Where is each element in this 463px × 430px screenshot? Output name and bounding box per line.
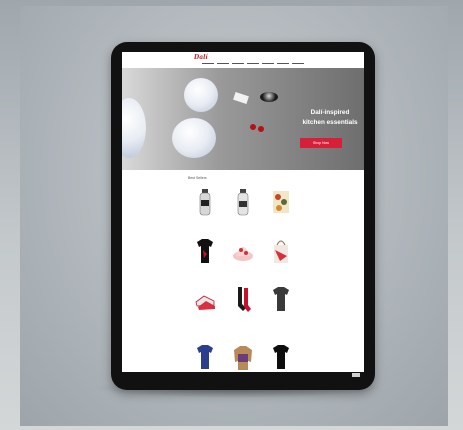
section-title: Best Sellers	[188, 176, 207, 180]
tshirt-icon	[273, 287, 289, 311]
cherry-image	[258, 126, 264, 132]
sneakers-icon	[195, 295, 215, 310]
tshirt-icon	[273, 345, 289, 369]
hero-title: Dalí-inspired kitchen essentials	[292, 108, 364, 128]
product-caption	[228, 269, 258, 273]
bucket-hat-icon	[233, 247, 253, 261]
menu-item[interactable]	[292, 63, 304, 64]
cookie-accept-button[interactable]	[352, 373, 360, 377]
product-card[interactable]	[228, 284, 258, 324]
hero-title-line2: kitchen essentials	[302, 119, 358, 126]
menu-item[interactable]	[232, 63, 244, 64]
plate-image	[122, 98, 146, 158]
tshirt-icon	[197, 239, 213, 263]
menu-item[interactable]	[202, 63, 214, 64]
menu-item[interactable]	[247, 63, 259, 64]
product-card[interactable]	[190, 188, 220, 228]
cherry-image	[250, 124, 256, 130]
shop-now-button[interactable]: Shop Now	[300, 138, 342, 148]
sweater-icon	[234, 346, 252, 370]
menu-item[interactable]	[277, 63, 289, 64]
product-card[interactable]	[190, 284, 220, 324]
product-caption	[228, 317, 258, 321]
napkin-image	[233, 92, 249, 104]
product-caption	[190, 269, 220, 273]
product-card[interactable]	[266, 236, 296, 276]
art-print-icon	[273, 191, 289, 213]
bottle-icon	[237, 189, 249, 216]
menu-item[interactable]	[217, 63, 229, 64]
cookie-bar	[122, 372, 364, 378]
hero-title-line1: Dalí-inspired	[310, 109, 350, 116]
cup-image	[184, 78, 218, 112]
product-card[interactable]	[266, 188, 296, 228]
product-caption	[266, 221, 296, 225]
product-card[interactable]	[228, 188, 258, 228]
tablet-screen: Dalí Dalí-inspired kitchen essentials Sh…	[122, 52, 364, 378]
site-logo[interactable]: Dalí	[194, 54, 208, 61]
product-caption	[190, 221, 220, 225]
product-caption	[266, 317, 296, 321]
product-caption	[228, 221, 258, 225]
socks-icon	[238, 287, 251, 312]
site-header: Dalí	[122, 52, 364, 69]
tote-bag-icon	[274, 240, 288, 263]
product-card[interactable]	[266, 284, 296, 324]
product-card[interactable]	[228, 236, 258, 276]
tshirt-icon	[197, 345, 213, 369]
tin-image	[260, 92, 278, 102]
tablet-device: Dalí Dalí-inspired kitchen essentials Sh…	[111, 42, 375, 390]
product-card[interactable]	[190, 236, 220, 276]
hero-banner: Dalí-inspired kitchen essentials Shop No…	[122, 68, 364, 170]
product-caption	[190, 317, 220, 321]
product-caption	[266, 269, 296, 273]
cup-image	[172, 118, 216, 158]
bottle-icon	[199, 189, 211, 216]
menu-item[interactable]	[262, 63, 274, 64]
